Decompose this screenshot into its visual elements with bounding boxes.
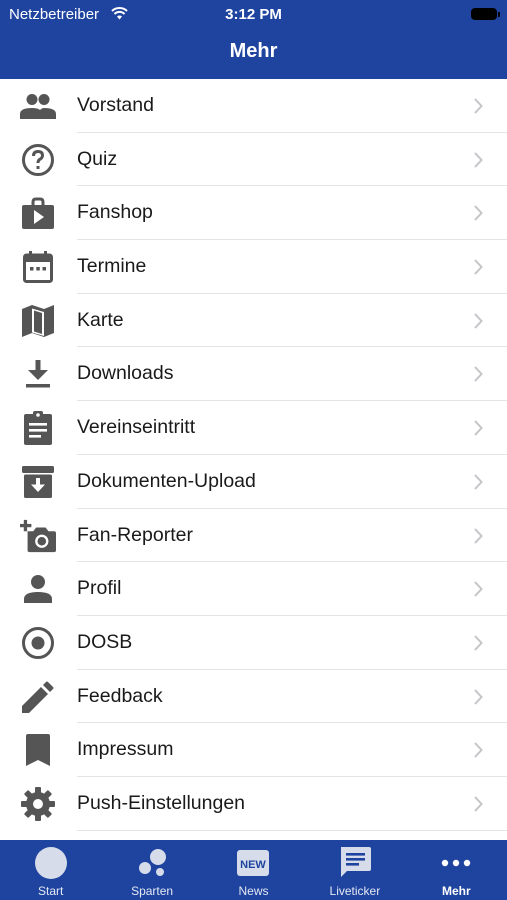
group-icon (20, 89, 56, 123)
more-dots-icon (406, 846, 507, 880)
chevron-right-icon (473, 259, 483, 280)
menu-item-impressum[interactable]: Impressum (0, 723, 507, 777)
status-bar: Netzbetreiber 3:12 PM (0, 5, 507, 25)
menu-item-profil[interactable]: Profil (0, 562, 507, 616)
person-icon (20, 572, 56, 606)
chevron-right-icon (473, 98, 483, 119)
chevron-right-icon (473, 366, 483, 387)
menu-item-label: Vorstand (77, 94, 154, 116)
menu-item-dosb[interactable]: DOSB (0, 616, 507, 670)
tab-label: Mehr (441, 884, 471, 898)
menu-item-vereinseintritt[interactable]: Vereinseintritt (0, 401, 507, 455)
menu-item-label: Fanshop (77, 201, 153, 224)
tab-mehr[interactable]: Mehr (406, 840, 507, 900)
add-camera-icon (20, 519, 56, 553)
divider (77, 829, 507, 831)
menu-item-label: Push-Einstellungen (77, 791, 246, 814)
menu-item-downloads[interactable]: Downloads (0, 347, 507, 402)
menu-item-fan-reporter[interactable]: Fan-Reporter (0, 509, 507, 563)
radio-button-icon (20, 626, 56, 660)
chevron-right-icon (473, 688, 483, 710)
tab-label: News (238, 884, 269, 898)
shop-bag-icon (20, 196, 56, 230)
menu-item-label: DOSB (77, 630, 133, 653)
chevron-right-icon (473, 205, 483, 226)
chat-icon (304, 846, 405, 880)
clipboard-icon (20, 411, 56, 446)
calendar-icon (20, 250, 56, 284)
menu-item-label: Impressum (77, 738, 174, 761)
header: Netzbetreiber 3:12 PM Mehr (0, 0, 507, 79)
menu-item-fanshop[interactable]: Fanshop (0, 186, 507, 241)
tab-label: Sparten (131, 884, 174, 898)
tab-start[interactable]: Start (0, 840, 101, 900)
gear-icon (20, 786, 56, 821)
menu-item-label: Feedback (77, 684, 163, 707)
chevron-right-icon (473, 152, 483, 173)
status-time: 3:12 PM (225, 6, 282, 23)
help-circle-icon (20, 143, 56, 177)
menu-item-label: Profil (77, 577, 122, 600)
new-badge-icon: NEW (203, 846, 304, 880)
club-logo-icon (0, 846, 101, 880)
menu-item-label: Fan-Reporter (77, 523, 193, 546)
menu-item-vorstand[interactable]: Vorstand (0, 79, 507, 133)
chevron-right-icon (473, 313, 483, 334)
chevron-right-icon (473, 527, 483, 549)
tab-liveticker[interactable]: Liveticker (304, 840, 405, 900)
chevron-right-icon (473, 796, 483, 817)
tab-news[interactable]: NEW News (203, 840, 304, 900)
menu-item-label: Dokumenten-Upload (77, 469, 256, 492)
chevron-right-icon (473, 474, 483, 495)
page-title: Mehr (229, 40, 278, 62)
pencil-icon (20, 680, 56, 714)
chevron-right-icon (473, 742, 483, 763)
tab-sparten[interactable]: Sparten (101, 840, 202, 900)
download-icon (20, 357, 56, 391)
menu-item-label: Termine (77, 255, 147, 278)
chevron-right-icon (473, 635, 483, 656)
menu-item-label: Karte (77, 308, 124, 331)
dots-cluster-icon (101, 846, 202, 880)
tab-label: Liveticker (329, 884, 381, 898)
chevron-right-icon (473, 581, 483, 602)
menu-item-push-einstellungen[interactable]: Push-Einstellungen (0, 777, 507, 831)
menu-item-dokumenten-upload[interactable]: Dokumenten-Upload (0, 455, 507, 509)
map-icon (20, 304, 56, 338)
menu-item-karte[interactable]: Karte (0, 294, 507, 348)
menu-item-label: Quiz (77, 147, 118, 170)
archive-icon (20, 465, 56, 499)
battery-icon (471, 8, 500, 20)
tab-bar: Start Sparten NEW News Liveticker Mehr (0, 840, 507, 900)
svg-text:NEW: NEW (241, 859, 267, 871)
menu-item-feedback[interactable]: Feedback (0, 670, 507, 724)
menu-list: Vorstand Quiz Fanshop Termine Karte Down… (0, 79, 507, 831)
menu-item-termine[interactable]: Termine (0, 240, 507, 294)
menu-item-label: Downloads (77, 362, 174, 385)
tab-label: Start (38, 884, 64, 898)
menu-item-label: Vereinseintritt (77, 416, 196, 439)
bookmark-icon (20, 733, 56, 767)
menu-item-quiz[interactable]: Quiz (0, 133, 507, 187)
chevron-right-icon (473, 420, 483, 441)
